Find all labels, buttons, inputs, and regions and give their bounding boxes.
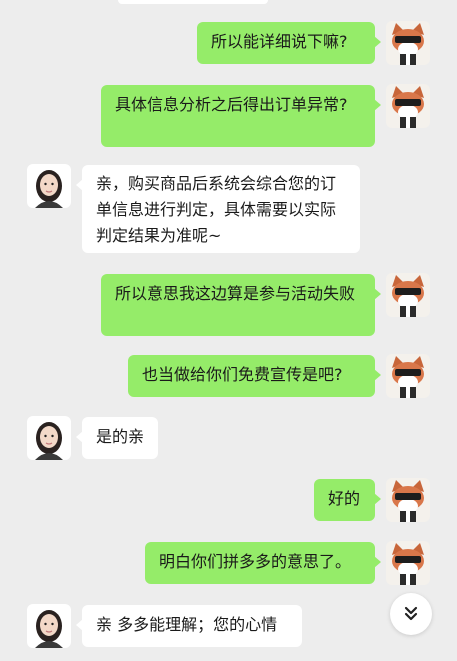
agent-photo-icon	[27, 164, 71, 208]
avatar-agent[interactable]	[27, 164, 71, 208]
avatar-me[interactable]	[386, 84, 430, 128]
avatar-me[interactable]	[386, 273, 430, 317]
fox-avatar-icon	[386, 478, 430, 522]
avatar-agent[interactable]	[27, 416, 71, 460]
message-bubble-outgoing[interactable]: 所以能详细说下嘛?	[197, 22, 381, 64]
message-bubble-outgoing[interactable]: 好的	[314, 479, 381, 521]
previous-message-bubble-edge	[118, 0, 268, 4]
fox-avatar-icon	[386, 541, 430, 585]
scroll-to-bottom-button[interactable]	[390, 593, 432, 635]
avatar-me[interactable]	[386, 354, 430, 398]
message-bubble-incoming[interactable]: 是的亲	[76, 417, 158, 459]
fox-avatar-icon	[386, 273, 430, 317]
message-bubble-outgoing[interactable]: 也当做给你们免费宣传是吧?	[128, 355, 381, 397]
avatar-me[interactable]	[386, 541, 430, 585]
avatar-agent[interactable]	[27, 604, 71, 648]
message-bubble-incoming[interactable]: 亲，购买商品后系统会综合您的订单信息进行判定，具体需要以实际判定结果为准呢~	[76, 165, 360, 253]
message-bubble-outgoing[interactable]: 所以意思我这边算是参与活动失败	[101, 274, 381, 336]
message-bubble-outgoing[interactable]: 明白你们拼多多的意思了。	[145, 542, 381, 584]
avatar-me[interactable]	[386, 21, 430, 65]
avatar-me[interactable]	[386, 478, 430, 522]
agent-photo-icon	[27, 416, 71, 460]
agent-photo-icon	[27, 604, 71, 648]
fox-avatar-icon	[386, 354, 430, 398]
double-chevron-down-icon	[404, 606, 418, 621]
fox-avatar-icon	[386, 21, 430, 65]
chat-area: 所以能详细说下嘛? 具体信息分析之后得出订单异常? 亲，购买商品后系统会综合您的…	[0, 0, 457, 661]
message-bubble-outgoing[interactable]: 具体信息分析之后得出订单异常?	[101, 85, 381, 147]
fox-avatar-icon	[386, 84, 430, 128]
message-bubble-incoming[interactable]: 亲 多多能理解；您的心情	[76, 605, 302, 647]
